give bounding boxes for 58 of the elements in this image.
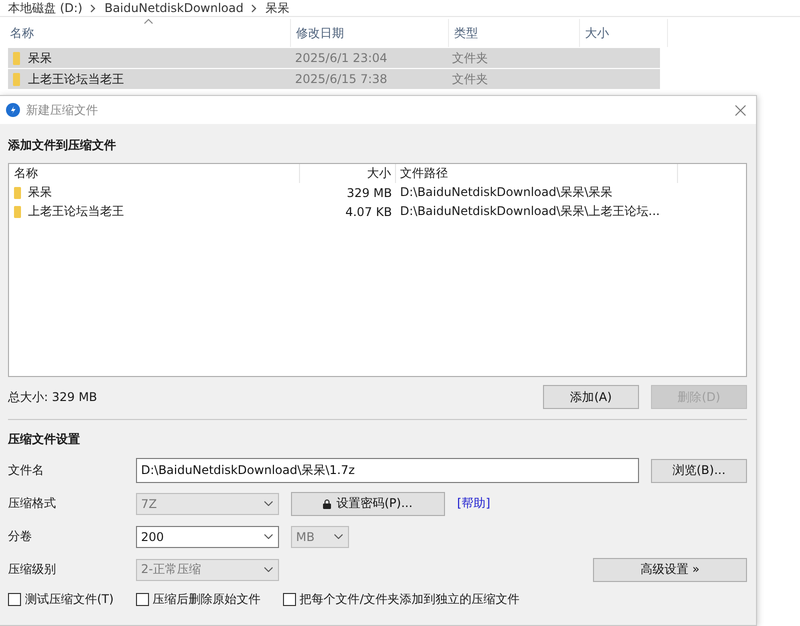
file-path: D:\BaiduNetdiskDownload\呆呆\呆呆 — [399, 184, 614, 201]
field-label: 分卷 — [8, 528, 33, 545]
format-dropdown[interactable]: 7Z — [136, 492, 279, 514]
file-row[interactable]: 呆呆 2025/6/1 23:04 文件夹 — [8, 48, 660, 68]
column-header[interactable]: 文件路径 — [396, 164, 678, 183]
file-size: 329 MB — [346, 186, 393, 200]
checkbox[interactable] — [136, 592, 149, 606]
checkbox[interactable] — [8, 592, 21, 606]
sort-caret-icon — [144, 19, 152, 24]
close-icon[interactable] — [735, 104, 746, 116]
browse-button[interactable]: 浏览(B)... — [651, 458, 747, 482]
file-name[interactable]: 呆呆 — [28, 184, 52, 201]
folder-icon — [14, 186, 21, 198]
help-link[interactable]: [帮助] — [457, 495, 490, 512]
file-name[interactable]: 上老王论坛当老王 — [28, 203, 124, 220]
column-header[interactable]: 修改日期 — [291, 19, 449, 47]
checkbox-label[interactable]: 把每个文件/文件夹添加到独立的压缩文件 — [300, 590, 520, 608]
add-button[interactable]: 添加(A) — [543, 385, 639, 409]
chevron-icon — [251, 4, 258, 12]
total-size: 总大小: 329 MB — [8, 388, 98, 406]
folder-icon — [13, 72, 20, 86]
checkbox-label[interactable]: 测试压缩文件(T) — [25, 590, 114, 608]
field-label: 压缩级别 — [8, 561, 57, 578]
lock-icon — [323, 498, 332, 508]
set-password-button[interactable]: 设置密码(P)... — [291, 492, 445, 516]
modified-date: 2025/6/1 23:04 — [295, 51, 388, 65]
file-type: 文件夹 — [452, 70, 489, 88]
file-name: 上老王论坛当老王 — [28, 70, 124, 88]
app-logo-icon — [6, 103, 20, 117]
breadcrumb-item[interactable]: BaiduNetdiskDownload — [104, 1, 244, 15]
unit-dropdown[interactable]: MB — [291, 526, 349, 548]
column-header[interactable]: 名称 — [9, 164, 300, 183]
checkbox[interactable] — [282, 592, 296, 606]
breadcrumb-item[interactable]: 本地磁盘 (D:) — [8, 0, 82, 16]
field-label: 压缩格式 — [8, 495, 57, 512]
section-heading: 压缩文件设置 — [8, 431, 81, 447]
column-header[interactable]: 名称 — [5, 19, 291, 47]
modified-date: 2025/6/15 7:38 — [295, 72, 388, 86]
volume-size-field[interactable]: 200 — [136, 526, 279, 548]
file-row[interactable]: 上老王论坛当老王 2025/6/15 7:38 文件夹 — [8, 69, 660, 89]
file-path: D:\BaiduNetdiskDownload\呆呆\上老王论坛... — [399, 203, 661, 220]
file-type: 文件夹 — [452, 50, 489, 66]
advanced-settings-button[interactable]: 高级设置 » — [593, 558, 747, 582]
checkbox-label[interactable]: 压缩后删除原始文件 — [152, 590, 261, 608]
file-name: 呆呆 — [28, 50, 52, 66]
file-size: 4.07 KB — [344, 204, 393, 218]
column-header[interactable]: 类型 — [449, 19, 580, 47]
section-heading: 添加文件到压缩文件 — [8, 137, 117, 153]
column-header[interactable]: 大小 — [580, 19, 668, 47]
compression-level-dropdown[interactable]: 2-正常压缩 — [136, 558, 279, 580]
chevron-icon — [90, 4, 96, 12]
breadcrumb-item[interactable]: 呆呆 — [265, 0, 290, 16]
folder-icon — [14, 206, 21, 218]
column-header[interactable]: 大小 — [300, 164, 396, 183]
field-label: 文件名 — [8, 462, 45, 479]
folder-icon — [13, 52, 20, 64]
filename-field[interactable]: D:\BaiduNetdiskDownload\呆呆\1.7z — [136, 458, 639, 483]
window-title: 新建压缩文件 — [26, 102, 98, 118]
